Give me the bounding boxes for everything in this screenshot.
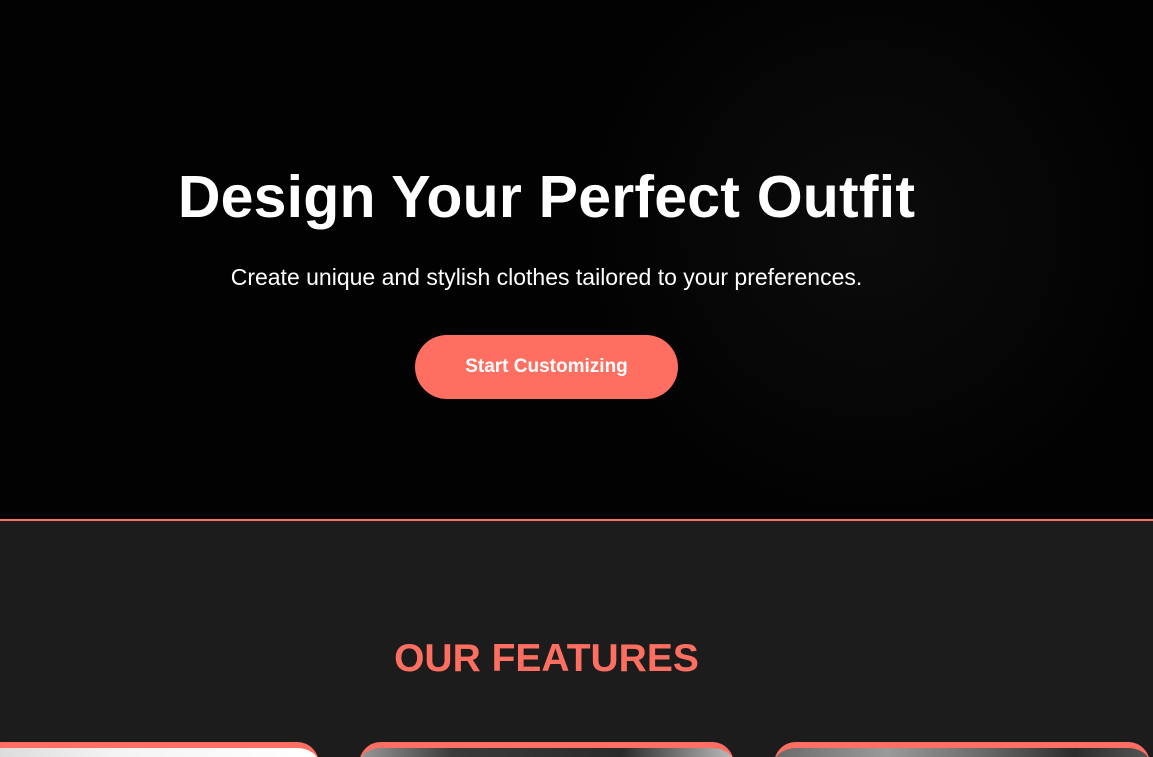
- features-section: OUR FEATURES: [0, 521, 1153, 757]
- hero-subtitle: Create unique and stylish clothes tailor…: [230, 264, 863, 290]
- hero-section: Design Your Perfect Outfit Create unique…: [0, 0, 1153, 519]
- hero-background-glow: [382, 0, 1153, 519]
- features-title: OUR FEATURES: [394, 637, 699, 680]
- start-customizing-button[interactable]: Start Customizing: [415, 335, 678, 399]
- feature-card[interactable]: [0, 742, 319, 757]
- hero-title: Design Your Perfect Outfit: [177, 164, 916, 230]
- feature-card[interactable]: [359, 742, 734, 757]
- feature-card[interactable]: [774, 742, 1150, 757]
